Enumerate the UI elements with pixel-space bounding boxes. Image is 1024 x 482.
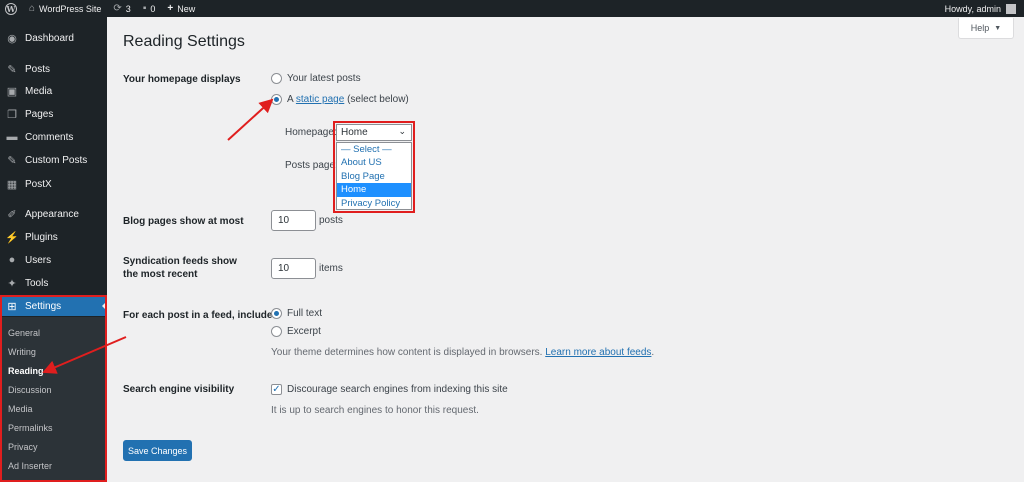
caret-down-icon: ▼ <box>994 24 1002 32</box>
wordpress-logo-icon: W <box>5 2 17 15</box>
menu-label: Appearance <box>25 208 79 220</box>
site-name-menu[interactable]: ⌂ WordPress Site <box>23 0 107 17</box>
menu-label: Pages <box>25 108 54 120</box>
comments-menu[interactable]: ▪ 0 <box>137 0 162 17</box>
menu-label: PostX <box>25 178 52 190</box>
home-icon: ⌂ <box>29 3 36 14</box>
comment-bubble-icon: ▪ <box>142 3 147 14</box>
settings-highlight-box <box>0 295 107 482</box>
updates-menu[interactable]: ⟳ 3 <box>107 0 136 17</box>
dropdown-highlight-box <box>333 121 415 213</box>
avatar <box>1006 3 1016 14</box>
pages-icon: ❐ <box>7 108 17 121</box>
menu-item-custom-posts[interactable]: ✎ Custom Posts <box>0 150 107 170</box>
media-icon: ▣ <box>6 85 18 98</box>
blog-pages-input[interactable]: 10 <box>271 210 316 231</box>
help-label: Help <box>970 23 990 33</box>
homepage-displays-label: Your homepage displays <box>123 74 241 85</box>
paintbrush-icon: ✐ <box>7 208 17 221</box>
blog-pages-label: Blog pages show at most <box>123 216 244 227</box>
blog-pages-unit: posts <box>319 215 343 226</box>
menu-item-postx[interactable]: ▦ PostX <box>0 174 107 194</box>
site-name: WordPress Site <box>39 3 102 14</box>
learn-more-feeds-link[interactable]: Learn more about feeds <box>545 347 651 358</box>
latest-posts-label: Your latest posts <box>287 73 361 84</box>
excerpt-label: Excerpt <box>287 326 321 337</box>
plus-icon: + <box>167 3 174 14</box>
menu-item-tools[interactable]: ✦ Tools <box>0 273 107 293</box>
menu-item-dashboard[interactable]: ◉ Dashboard <box>0 28 107 48</box>
pushpin-icon: ✎ <box>7 154 17 167</box>
page-title: Reading Settings <box>123 33 245 50</box>
updates-count: 3 <box>125 3 131 14</box>
search-engine-note: It is up to search engines to honor this… <box>271 405 479 416</box>
menu-item-users[interactable]: ● Users <box>0 250 107 270</box>
menu-label: Posts <box>25 63 51 75</box>
discourage-search-checkbox[interactable]: ✓ <box>271 384 282 395</box>
admin-bar: W ⌂ WordPress Site ⟳ 3 ▪ 0 + New Howdy, … <box>0 0 1024 17</box>
pushpin-icon: ✎ <box>7 63 17 76</box>
help-tab-button[interactable]: Help ▼ <box>958 18 1014 39</box>
menu-label: Media <box>25 85 53 97</box>
menu-label: Users <box>25 254 52 266</box>
menu-label: Tools <box>25 277 49 289</box>
menu-item-appearance[interactable]: ✐ Appearance <box>0 204 107 224</box>
menu-item-comments[interactable]: ▬ Comments <box>0 127 107 147</box>
new-label: New <box>177 3 196 14</box>
static-page-radio[interactable] <box>271 94 282 105</box>
menu-item-posts[interactable]: ✎ Posts <box>0 59 107 79</box>
feed-desc-suffix: . <box>651 347 655 358</box>
syndication-label: Syndication feeds show the most recent <box>123 256 237 280</box>
howdy-greeting: Howdy, admin <box>944 3 1001 14</box>
main-content: Help ▼ Reading Settings Your homepage di… <box>107 17 1024 482</box>
excerpt-radio[interactable] <box>271 326 282 337</box>
updates-icon: ⟳ <box>113 3 122 14</box>
feed-desc-text: Your theme determines how content is dis… <box>271 347 543 358</box>
discourage-search-label: Discourage search engines from indexing … <box>287 384 508 395</box>
latest-posts-radio[interactable] <box>271 73 282 84</box>
menu-item-pages[interactable]: ❐ Pages <box>0 104 107 124</box>
static-page-option-text: A static page (select below) <box>287 94 409 105</box>
postx-icon: ▦ <box>6 178 18 191</box>
account-menu[interactable]: Howdy, admin <box>939 0 1024 17</box>
menu-label: Comments <box>25 131 74 143</box>
plugin-icon: ⚡ <box>5 231 19 244</box>
menu-label: Plugins <box>25 231 58 243</box>
static-page-link[interactable]: static page <box>296 94 344 105</box>
syndication-input[interactable]: 10 <box>271 258 316 279</box>
dashboard-icon: ◉ <box>7 32 17 45</box>
menu-label: Custom Posts <box>25 154 88 166</box>
menu-item-plugins[interactable]: ⚡ Plugins <box>0 227 107 247</box>
full-text-label: Full text <box>287 308 323 319</box>
new-content-menu[interactable]: + New <box>161 0 201 17</box>
comment-icon: ▬ <box>6 131 18 143</box>
syndication-unit: items <box>319 263 343 274</box>
wp-logo-menu[interactable]: W <box>0 0 23 17</box>
search-engine-label: Search engine visibility <box>123 384 235 395</box>
homepage-select-label: Homepage: <box>285 127 337 138</box>
wrench-icon: ✦ <box>7 277 17 290</box>
feed-content-label: For each post in a feed, include <box>123 310 273 321</box>
static-prefix: A <box>287 94 294 105</box>
comments-count: 0 <box>150 3 156 14</box>
menu-label: Dashboard <box>25 32 74 44</box>
users-icon: ● <box>8 254 16 266</box>
save-changes-button[interactable]: Save Changes <box>123 440 192 461</box>
full-text-radio[interactable] <box>271 308 282 319</box>
static-suffix: (select below) <box>347 94 409 105</box>
posts-page-select-label: Posts page: <box>285 160 338 171</box>
menu-item-media[interactable]: ▣ Media <box>0 81 107 101</box>
feed-description: Your theme determines how content is dis… <box>271 347 654 358</box>
